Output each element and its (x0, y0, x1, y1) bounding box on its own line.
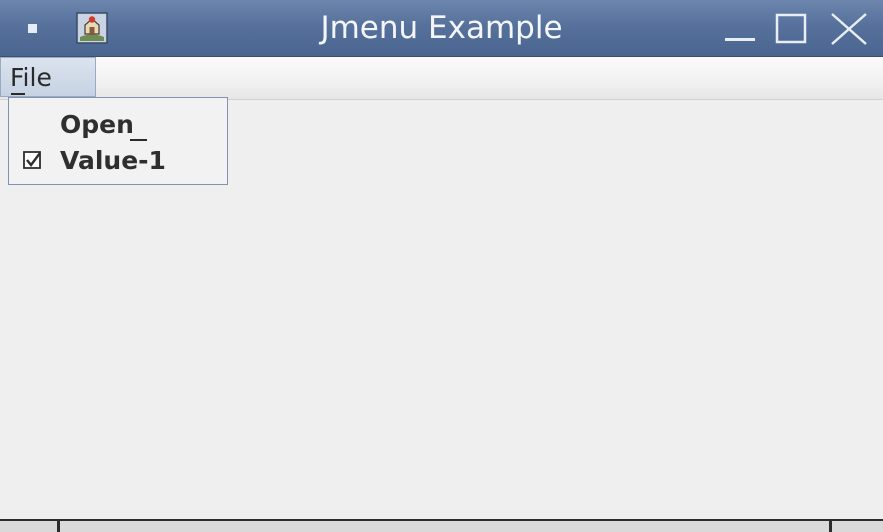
checkbox-checked-icon[interactable] (23, 150, 43, 170)
menu-item-open-label: Open (60, 110, 134, 139)
file-menu[interactable]: File (0, 57, 96, 97)
bottom-divider-right (829, 521, 832, 532)
title-bar[interactable]: Jmenu Example (0, 0, 883, 57)
file-dropdown-menu: Open Value-1 (8, 97, 228, 185)
menu-bar: File (0, 57, 883, 100)
file-menu-label: File (10, 63, 52, 92)
window-title: Jmenu Example (320, 10, 563, 46)
menu-item-open[interactable]: Open (9, 106, 227, 144)
maximize-icon[interactable] (773, 12, 809, 46)
application-window: Jmenu Example File Open Value-1 (0, 0, 883, 532)
menu-item-value-1[interactable]: Value-1 (9, 142, 227, 180)
close-icon[interactable] (826, 12, 872, 46)
window-menu-icon[interactable] (28, 24, 37, 33)
bottom-edge (0, 519, 883, 532)
bottom-divider-left (57, 521, 60, 532)
minimize-icon[interactable] (722, 12, 758, 46)
java-app-icon (76, 12, 108, 44)
menu-item-value-1-label: Value-1 (60, 146, 166, 175)
file-mnemonic-underline (11, 93, 25, 95)
open-mnemonic-underline (130, 139, 147, 141)
